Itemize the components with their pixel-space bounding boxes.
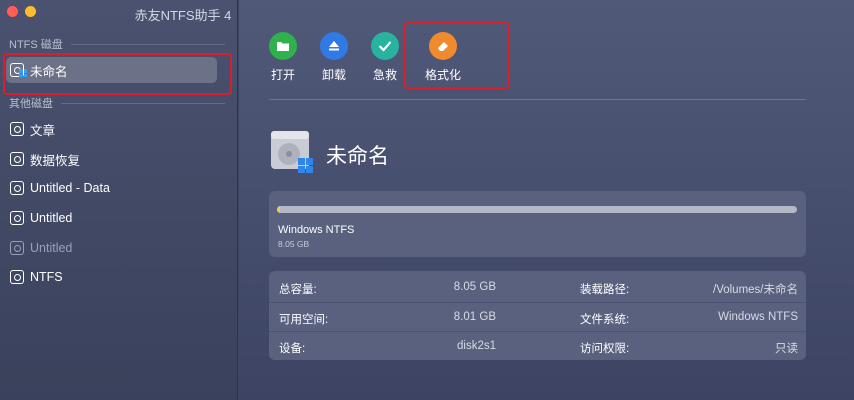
mount-path-label: 装载路径: [580, 284, 630, 296]
disk-icon [10, 211, 24, 225]
table-row: 设备: disk2s1 访问权限: 只读 [269, 331, 806, 360]
sidebar-item-label: Untitled [30, 241, 73, 255]
capacity-card: Windows NTFS 8.05 GB [269, 191, 806, 257]
usage-bar-fill [277, 206, 280, 213]
eject-icon [320, 32, 348, 60]
capacity-label: 8.05 GB [278, 239, 310, 249]
sidebar-item-label: Untitled - Data [30, 181, 110, 195]
hard-drive-icon [269, 128, 315, 174]
first-aid-button[interactable]: 急救 [365, 32, 405, 83]
open-button[interactable]: 打开 [263, 32, 303, 83]
divider [70, 43, 225, 45]
open-button-label: 打开 [270, 68, 295, 82]
app-title: 赤友NTFS助手 4 [134, 8, 232, 23]
filesystem-value: Windows NTFS [718, 311, 798, 323]
checkmark-icon [371, 32, 399, 60]
sidebar-item-untitled[interactable]: Untitled [6, 205, 217, 231]
disk-icon [10, 241, 24, 255]
sidebar: 赤友NTFS助手 4 NTFS 磁盘 未命名 其他磁盘 文章 数据恢复 Unti… [0, 0, 238, 400]
ntfs-disks-header-label: NTFS 磁盘 [9, 39, 63, 51]
free-space-label: 可用空间: [279, 314, 329, 326]
minimize-window-button[interactable] [25, 6, 36, 17]
device-value: disk2s1 [457, 340, 496, 352]
sidebar-item-label: Untitled [30, 211, 73, 225]
table-row: 总容量: 8.05 GB 装载路径: /Volumes/未命名 [269, 273, 806, 302]
disk-icon [10, 270, 24, 284]
filesystem-label: 文件系统: [580, 314, 630, 326]
sidebar-item-data-recovery[interactable]: 数据恢复 [6, 146, 217, 172]
disk-icon [10, 122, 24, 136]
disk-icon [10, 152, 24, 166]
annotation-highlight-box [3, 53, 232, 95]
table-row: 可用空间: 8.01 GB 文件系统: Windows NTFS [269, 302, 806, 331]
sidebar-item-ntfs[interactable]: NTFS [6, 264, 217, 290]
eject-button[interactable]: 卸载 [314, 32, 354, 83]
usage-bar [277, 206, 797, 213]
drive-info-table: 总容量: 8.05 GB 装载路径: /Volumes/未命名 可用空间: 8.… [269, 271, 806, 360]
divider [61, 102, 225, 104]
toolbar-divider [269, 99, 806, 100]
sidebar-item-untitled-unmounted[interactable]: Untitled [6, 235, 217, 261]
disk-icon [10, 181, 24, 195]
filesystem-label: Windows NTFS [278, 224, 355, 236]
total-capacity-value: 8.05 GB [453, 281, 496, 293]
eject-button-label: 卸载 [321, 68, 346, 82]
sidebar-item-label: 文章 [30, 123, 56, 138]
close-window-button[interactable] [7, 6, 18, 17]
free-space-value: 8.01 GB [453, 311, 496, 323]
device-label: 设备: [279, 343, 306, 355]
ntfs-disks-header: NTFS 磁盘 [9, 36, 225, 52]
other-disks-header: 其他磁盘 [9, 95, 225, 111]
sidebar-item-label: 数据恢复 [30, 153, 81, 168]
access-label: 访问权限: [580, 343, 630, 355]
total-capacity-label: 总容量: [279, 284, 317, 296]
access-value: 只读 [775, 343, 798, 355]
sidebar-item-articles[interactable]: 文章 [6, 116, 217, 142]
drive-title: 未命名 [326, 145, 389, 168]
window-controls [7, 6, 36, 17]
annotation-highlight-box [404, 22, 510, 89]
first-aid-button-label: 急救 [372, 68, 397, 82]
folder-icon [269, 32, 297, 60]
other-disks-header-label: 其他磁盘 [9, 98, 53, 110]
sidebar-item-untitled-data[interactable]: Untitled - Data [6, 175, 217, 201]
sidebar-item-label: NTFS [30, 270, 63, 284]
mount-path-value: /Volumes/未命名 [713, 284, 798, 296]
